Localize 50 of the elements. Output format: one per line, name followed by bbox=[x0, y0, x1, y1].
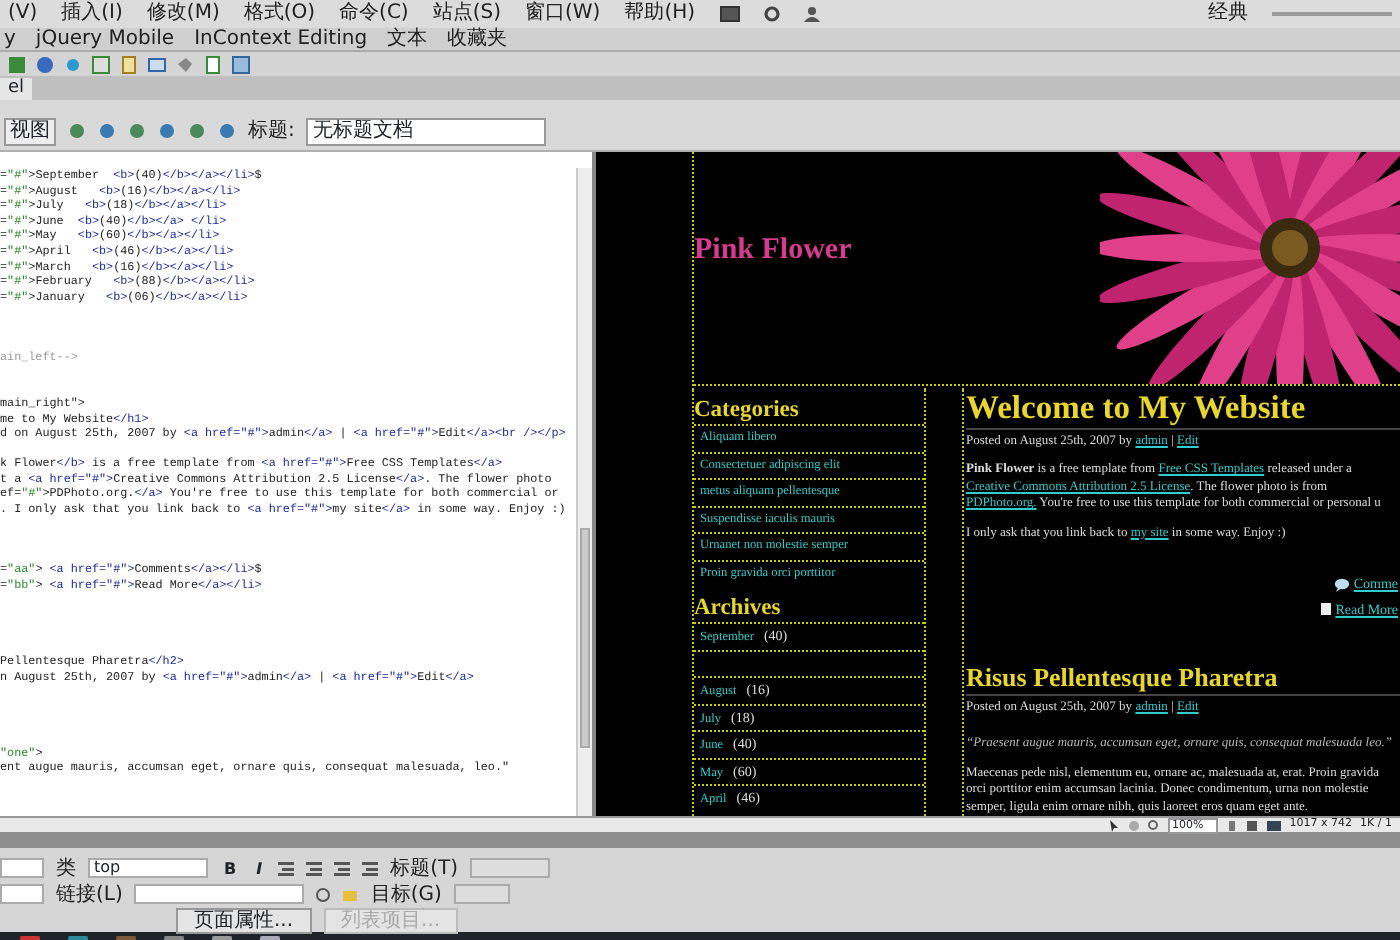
person-icon[interactable] bbox=[803, 6, 820, 22]
workspace-dropdown[interactable]: 经典 bbox=[1208, 2, 1248, 26]
bold-button[interactable]: B bbox=[220, 859, 241, 877]
document-tab[interactable]: el bbox=[0, 77, 33, 99]
menu-item[interactable]: (V) bbox=[8, 2, 38, 26]
insert-tab[interactable]: y bbox=[4, 28, 16, 50]
desktop-icon[interactable] bbox=[1265, 819, 1282, 831]
menu-item[interactable]: 格式(O) bbox=[243, 2, 316, 26]
bullet-list-icon[interactable] bbox=[278, 861, 295, 875]
menu-item[interactable]: 站点(S) bbox=[432, 2, 501, 26]
tablet-icon[interactable] bbox=[1245, 819, 1258, 831]
title-label: 标题: bbox=[248, 120, 295, 142]
properties-button: 列表项目... bbox=[323, 907, 459, 933]
menu-item[interactable]: 命令(C) bbox=[339, 2, 409, 26]
scrollbar[interactable] bbox=[576, 168, 592, 816]
post-title: Welcome to My Website bbox=[966, 388, 1400, 430]
layout-icon[interactable] bbox=[719, 6, 740, 22]
menu-item[interactable]: 帮助(H) bbox=[624, 2, 696, 26]
dot-icon[interactable] bbox=[64, 55, 82, 73]
insert-tab[interactable]: jQuery Mobile bbox=[35, 28, 175, 50]
sidebar-heading: Archives bbox=[694, 594, 783, 622]
class-select[interactable]: top bbox=[88, 858, 208, 878]
sidebar-heading: Categories bbox=[694, 396, 801, 424]
link-field[interactable] bbox=[134, 884, 305, 904]
insert-tab[interactable]: 文本 bbox=[387, 28, 428, 50]
post-title: Risus Pellentesque Pharetra bbox=[966, 660, 1400, 696]
target-icon[interactable] bbox=[316, 887, 331, 901]
pointer-icon[interactable] bbox=[1108, 819, 1121, 831]
link-label: 链接(L) bbox=[56, 883, 123, 905]
phone-icon[interactable] bbox=[1225, 819, 1238, 831]
menu-item[interactable]: 窗口(W) bbox=[525, 2, 601, 26]
title-field[interactable] bbox=[470, 858, 551, 878]
document-icon[interactable] bbox=[204, 55, 222, 73]
target-select[interactable] bbox=[453, 884, 510, 904]
window-icon[interactable] bbox=[148, 55, 166, 73]
menu-item[interactable]: 修改(M) bbox=[146, 2, 220, 26]
speech-bubble-icon bbox=[1333, 577, 1350, 592]
title-label: 标题(T) bbox=[390, 857, 459, 879]
view-button[interactable]: 视图 bbox=[4, 117, 56, 145]
site-title: Pink Flower bbox=[694, 232, 852, 270]
insert-tab[interactable]: InContext Editing bbox=[194, 28, 368, 50]
target-label: 目标(G) bbox=[370, 883, 442, 905]
format-select[interactable] bbox=[0, 858, 44, 878]
insert-tab[interactable]: 收藏夹 bbox=[447, 28, 508, 50]
id-select[interactable] bbox=[0, 884, 44, 904]
class-label: 类 bbox=[56, 857, 76, 879]
title-field[interactable]: 无标题文档 bbox=[306, 117, 547, 145]
italic-button[interactable]: I bbox=[252, 859, 267, 877]
properties-button[interactable]: 页面属性... bbox=[176, 907, 312, 933]
menu-item[interactable]: 插入(I) bbox=[61, 2, 123, 26]
